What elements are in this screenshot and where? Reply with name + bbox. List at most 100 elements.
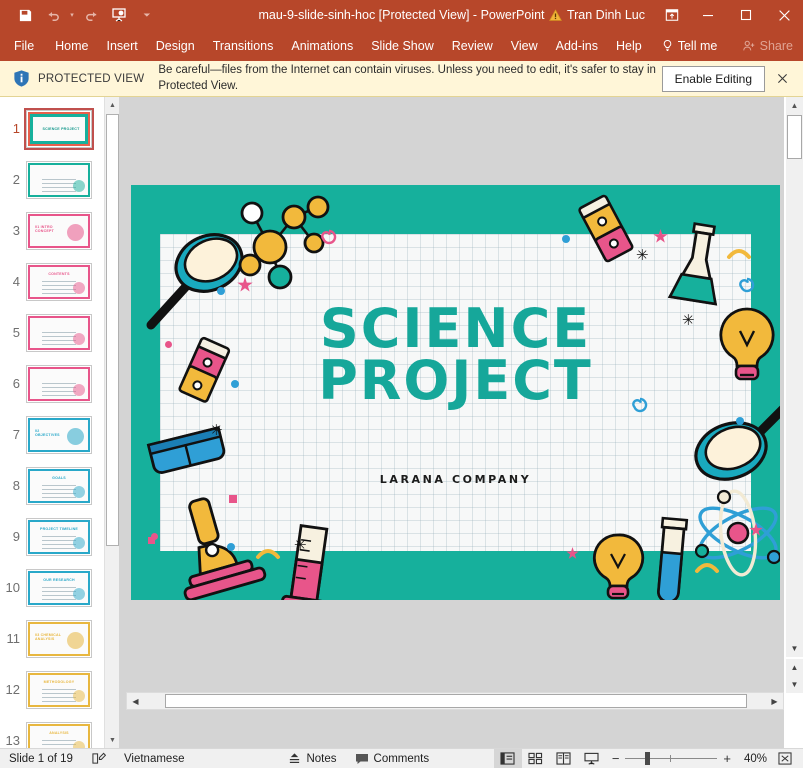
scroll-down-icon[interactable]: ▼: [786, 640, 803, 657]
next-slide-icon[interactable]: ▼: [786, 676, 803, 693]
thumbnail-item[interactable]: 10OUR RESEARCH: [0, 562, 103, 613]
thumbnail-item[interactable]: 4CONTENTS: [0, 256, 103, 307]
vertical-scroll-thumb[interactable]: [787, 115, 802, 159]
thumbnail-preview[interactable]: CONTENTS: [26, 263, 92, 301]
thumbnail-preview[interactable]: 03 CHEMICAL ANALYSIS: [26, 620, 92, 658]
zoom-slider[interactable]: [625, 752, 717, 765]
thumbnail-canvas: GOALS: [30, 471, 88, 501]
thumbnail-preview[interactable]: 01 INTRO CONCEPT: [26, 212, 92, 250]
thumbnail-item[interactable]: 5: [0, 307, 103, 358]
zoom-level[interactable]: 40%: [737, 753, 767, 765]
thumbnail-title: OUR RESEARCH: [30, 578, 88, 582]
thumbnail-preview[interactable]: OUR RESEARCH: [26, 569, 92, 607]
graduated-cylinder-icon: [279, 521, 337, 600]
thumbnail-scroll-up-icon[interactable]: ▲: [105, 97, 120, 113]
thumbnail-item[interactable]: 13ANALYSIS: [0, 715, 103, 748]
slide-counter[interactable]: Slide 1 of 19: [0, 753, 82, 765]
slide-vertical-scrollbar[interactable]: ▲: [786, 97, 803, 657]
tab-insert[interactable]: Insert: [98, 30, 147, 61]
protected-view-label: PROTECTED VIEW: [34, 73, 154, 85]
slide-thumbnail-pane[interactable]: 1SCIENCE PROJECT2301 INTRO CONCEPT4CONTE…: [0, 97, 119, 748]
tab-add-ins[interactable]: Add-ins: [547, 30, 607, 61]
horizontal-scrollbar[interactable]: ◀ ▶: [126, 692, 784, 710]
account-indicator[interactable]: Tran Dinh Luc: [539, 8, 655, 22]
thumbnail-preview[interactable]: [26, 161, 92, 199]
thumbnail-item[interactable]: 301 INTRO CONCEPT: [0, 205, 103, 256]
scroll-right-icon[interactable]: ▶: [766, 693, 783, 709]
undo-icon[interactable]: [40, 3, 66, 27]
warning-triangle-icon: [549, 9, 562, 22]
thumbnail-text-line: [42, 701, 76, 703]
tab-file[interactable]: File: [0, 30, 46, 61]
customize-qat-icon[interactable]: ⏷: [134, 3, 160, 27]
slideshow-button[interactable]: [578, 749, 606, 768]
reading-view-button[interactable]: [550, 749, 578, 768]
undo-dropdown-icon[interactable]: ▾: [68, 3, 76, 27]
zoom-out-button[interactable]: −: [612, 751, 620, 766]
thumbnail-preview[interactable]: [26, 314, 92, 352]
thumbnail-item[interactable]: 1SCIENCE PROJECT: [0, 103, 103, 154]
person-add-icon: [742, 39, 756, 53]
language-indicator[interactable]: Vietnamese: [115, 753, 194, 765]
previous-slide-icon[interactable]: ▲: [786, 659, 803, 676]
tell-me-box[interactable]: Tell me: [651, 30, 728, 61]
tab-help[interactable]: Help: [607, 30, 651, 61]
comments-button[interactable]: Comments: [346, 753, 439, 765]
scroll-up-icon[interactable]: ▲: [786, 97, 803, 114]
thumbnail-text-line: [42, 383, 76, 385]
tab-home[interactable]: Home: [46, 30, 97, 61]
thumbnail-item[interactable]: 6: [0, 358, 103, 409]
normal-view-icon: [500, 752, 515, 765]
enable-editing-button[interactable]: Enable Editing: [662, 66, 765, 92]
thumbnail-preview[interactable]: [26, 365, 92, 403]
thumbnail-preview[interactable]: PROJECT TIMELINE: [26, 518, 92, 556]
thumbnail-item[interactable]: 1103 CHEMICAL ANALYSIS: [0, 613, 103, 664]
thumbnail-item[interactable]: 8GOALS: [0, 460, 103, 511]
minimize-icon[interactable]: [689, 0, 727, 30]
zoom-slider-track: [625, 758, 717, 759]
thumbnail-item[interactable]: 12METHODOLOGY: [0, 664, 103, 715]
thumbnail-scroll-down-icon[interactable]: ▼: [105, 732, 120, 748]
thumbnail-item[interactable]: 9PROJECT TIMELINE: [0, 511, 103, 562]
thumbnail-item[interactable]: 702 OBJECTIVES: [0, 409, 103, 460]
tab-review[interactable]: Review: [443, 30, 502, 61]
share-button[interactable]: Share: [738, 30, 803, 61]
thumbnail-preview[interactable]: SCIENCE PROJECT: [26, 110, 92, 148]
thumbnail-scroll-thumb[interactable]: [106, 114, 119, 546]
thumbnail-title: METHODOLOGY: [30, 680, 88, 684]
tab-transitions[interactable]: Transitions: [204, 30, 283, 61]
slide-sorter-button[interactable]: [522, 749, 550, 768]
thumbnail-item[interactable]: 2: [0, 154, 103, 205]
scroll-left-icon[interactable]: ◀: [127, 693, 144, 709]
spell-check-icon[interactable]: [82, 752, 115, 765]
maximize-icon[interactable]: [727, 0, 765, 30]
current-slide[interactable]: ✳ ✳ ✳ ✳ SCIENCE PROJECT LARANA COMPANY: [131, 185, 780, 600]
save-icon[interactable]: [12, 3, 38, 27]
thumbnail-canvas: CONTENTS: [30, 267, 88, 297]
thumbnail-preview[interactable]: 02 OBJECTIVES: [26, 416, 92, 454]
normal-view-button[interactable]: [494, 749, 522, 768]
share-label: Share: [760, 39, 793, 53]
fit-to-window-button[interactable]: [773, 752, 797, 765]
tab-view[interactable]: View: [502, 30, 547, 61]
tab-animations[interactable]: Animations: [282, 30, 362, 61]
notes-button[interactable]: Notes: [279, 753, 345, 765]
thumbnail-preview[interactable]: METHODOLOGY: [26, 671, 92, 709]
protected-view-close-icon[interactable]: [769, 66, 795, 92]
thumbnail-text-line: [42, 187, 76, 189]
presentation-icon[interactable]: [106, 3, 132, 27]
thumbnail-text-line: [42, 391, 76, 393]
horizontal-scroll-thumb[interactable]: [165, 694, 747, 708]
redo-icon[interactable]: [78, 3, 104, 27]
dot-accent: [562, 235, 570, 243]
close-icon[interactable]: [765, 0, 803, 30]
tab-design[interactable]: Design: [147, 30, 204, 61]
thumbnail-preview[interactable]: GOALS: [26, 467, 92, 505]
thumbnail-preview[interactable]: ANALYSIS: [26, 722, 92, 749]
thumbnail-scrollbar[interactable]: ▲ ▼: [104, 97, 119, 748]
zoom-in-button[interactable]: +: [723, 751, 731, 766]
zoom-slider-handle[interactable]: [645, 752, 650, 765]
slide-edit-area: ✳ ✳ ✳ ✳ SCIENCE PROJECT LARANA COMPANY ◀: [119, 97, 784, 748]
ribbon-display-options-icon[interactable]: [655, 0, 689, 30]
tab-slide-show[interactable]: Slide Show: [362, 30, 443, 61]
